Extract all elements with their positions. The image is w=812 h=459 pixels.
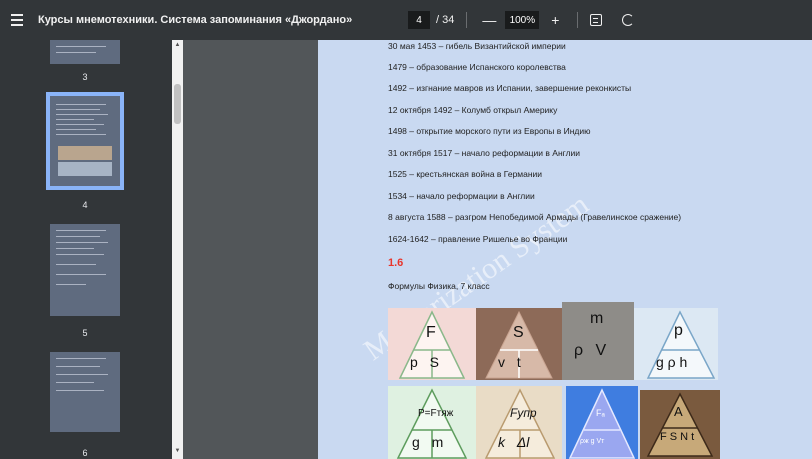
menu-icon[interactable] — [6, 9, 28, 31]
thumbnail-page-5[interactable] — [50, 224, 120, 316]
history-line: 1492 – изгнание мавров из Испании, завер… — [388, 83, 632, 93]
thumbnail-page-6[interactable] — [50, 352, 120, 432]
page-number-input[interactable] — [408, 11, 430, 29]
triangle-diagram — [646, 392, 714, 457]
thumbnail-label: 3 — [82, 72, 88, 82]
formula-top: m — [590, 310, 604, 327]
fit-page-icon[interactable] — [590, 14, 603, 26]
formula-top: P=Fтяж — [418, 408, 454, 419]
zoom-input[interactable] — [505, 11, 540, 29]
history-line: 1534 – начало реформации в Англии — [388, 191, 535, 201]
thumbnail-label: 5 — [82, 328, 88, 338]
pdf-page: Memorization System 30 мая 1453 – гибель… — [318, 40, 812, 459]
history-line: 30 мая 1453 – гибель Византийской импери… — [388, 41, 566, 51]
divider — [466, 12, 468, 28]
document-title: Курсы мнемотехники. Система запоминания … — [38, 14, 353, 26]
total-pages: / 34 — [436, 14, 455, 26]
thumbnail-label: 4 — [82, 200, 88, 210]
sidebar-scrollbar[interactable]: ▲ ▼ — [172, 40, 183, 459]
subtitle: Формулы Физика, 7 класс — [388, 281, 490, 291]
thumbnail-page-4[interactable] — [46, 92, 124, 190]
formula-bottom: v t — [498, 354, 521, 370]
formula-bottom: ρж g Vт — [580, 438, 605, 445]
page-navigation: / 34 — + — [408, 11, 635, 29]
zoom-in-button[interactable]: + — [545, 12, 565, 28]
divider — [577, 12, 579, 28]
history-line: 1525 – крестьянская война в Германии — [388, 169, 543, 179]
scroll-down-icon[interactable]: ▼ — [174, 448, 181, 454]
scroll-up-icon[interactable]: ▲ — [174, 42, 181, 48]
thumbnail-label: 6 — [82, 448, 88, 458]
formula-tile: F p S — [388, 308, 476, 380]
history-line: 12 октября 1492 – Колумб открыл Америку — [388, 105, 558, 115]
formula-bottom: g m — [412, 434, 444, 450]
history-line: 1624-1642 – правление Ришелье во Франции — [388, 234, 568, 244]
formula-tile: m ρ V — [562, 302, 634, 380]
history-line: 1498 – открытие морского пути из Европы … — [388, 126, 591, 136]
formula-top: p — [674, 322, 683, 339]
formula-bottom: g ρ h — [656, 354, 688, 370]
formula-bottom: ρ V — [574, 342, 607, 359]
formula-tile: S v t — [476, 308, 562, 380]
zoom-out-button[interactable]: — — [479, 12, 499, 28]
formula-bottom: p S — [410, 354, 440, 370]
formula-tile: Fₐ ρж g Vт — [566, 386, 638, 459]
formula-bottom: k Δl — [498, 434, 530, 450]
section-number: 1.6 — [388, 257, 404, 269]
formula-top: Fупр — [510, 406, 537, 420]
history-line: 8 августа 1588 – разгром Непобедимой Арм… — [388, 212, 682, 222]
thumbnail-page-3[interactable] — [50, 40, 120, 64]
rotate-icon[interactable] — [622, 14, 635, 26]
formula-tile: A F S N t — [640, 390, 720, 459]
thumbnail-sidebar: 3 4 5 6 — [0, 40, 172, 459]
formula-tile: p g ρ h — [634, 308, 718, 380]
formula-top: A — [674, 404, 683, 419]
formula-bottom: F S N t — [660, 431, 695, 443]
formula-top: F — [426, 324, 436, 341]
history-line: 31 октября 1517 – начало реформации в Ан… — [388, 148, 581, 158]
triangle-diagram — [568, 388, 636, 459]
formula-top: Fₐ — [596, 408, 605, 418]
formula-tile: Fупр k Δl — [476, 386, 562, 459]
scroll-thumb[interactable] — [174, 84, 181, 124]
pdf-toolbar: Курсы мнемотехники. Система запоминания … — [0, 0, 812, 40]
formula-tile: P=Fтяж g m — [388, 386, 476, 459]
history-line: 1479 – образование Испанского королевств… — [388, 62, 566, 72]
formula-top: S — [513, 324, 524, 341]
